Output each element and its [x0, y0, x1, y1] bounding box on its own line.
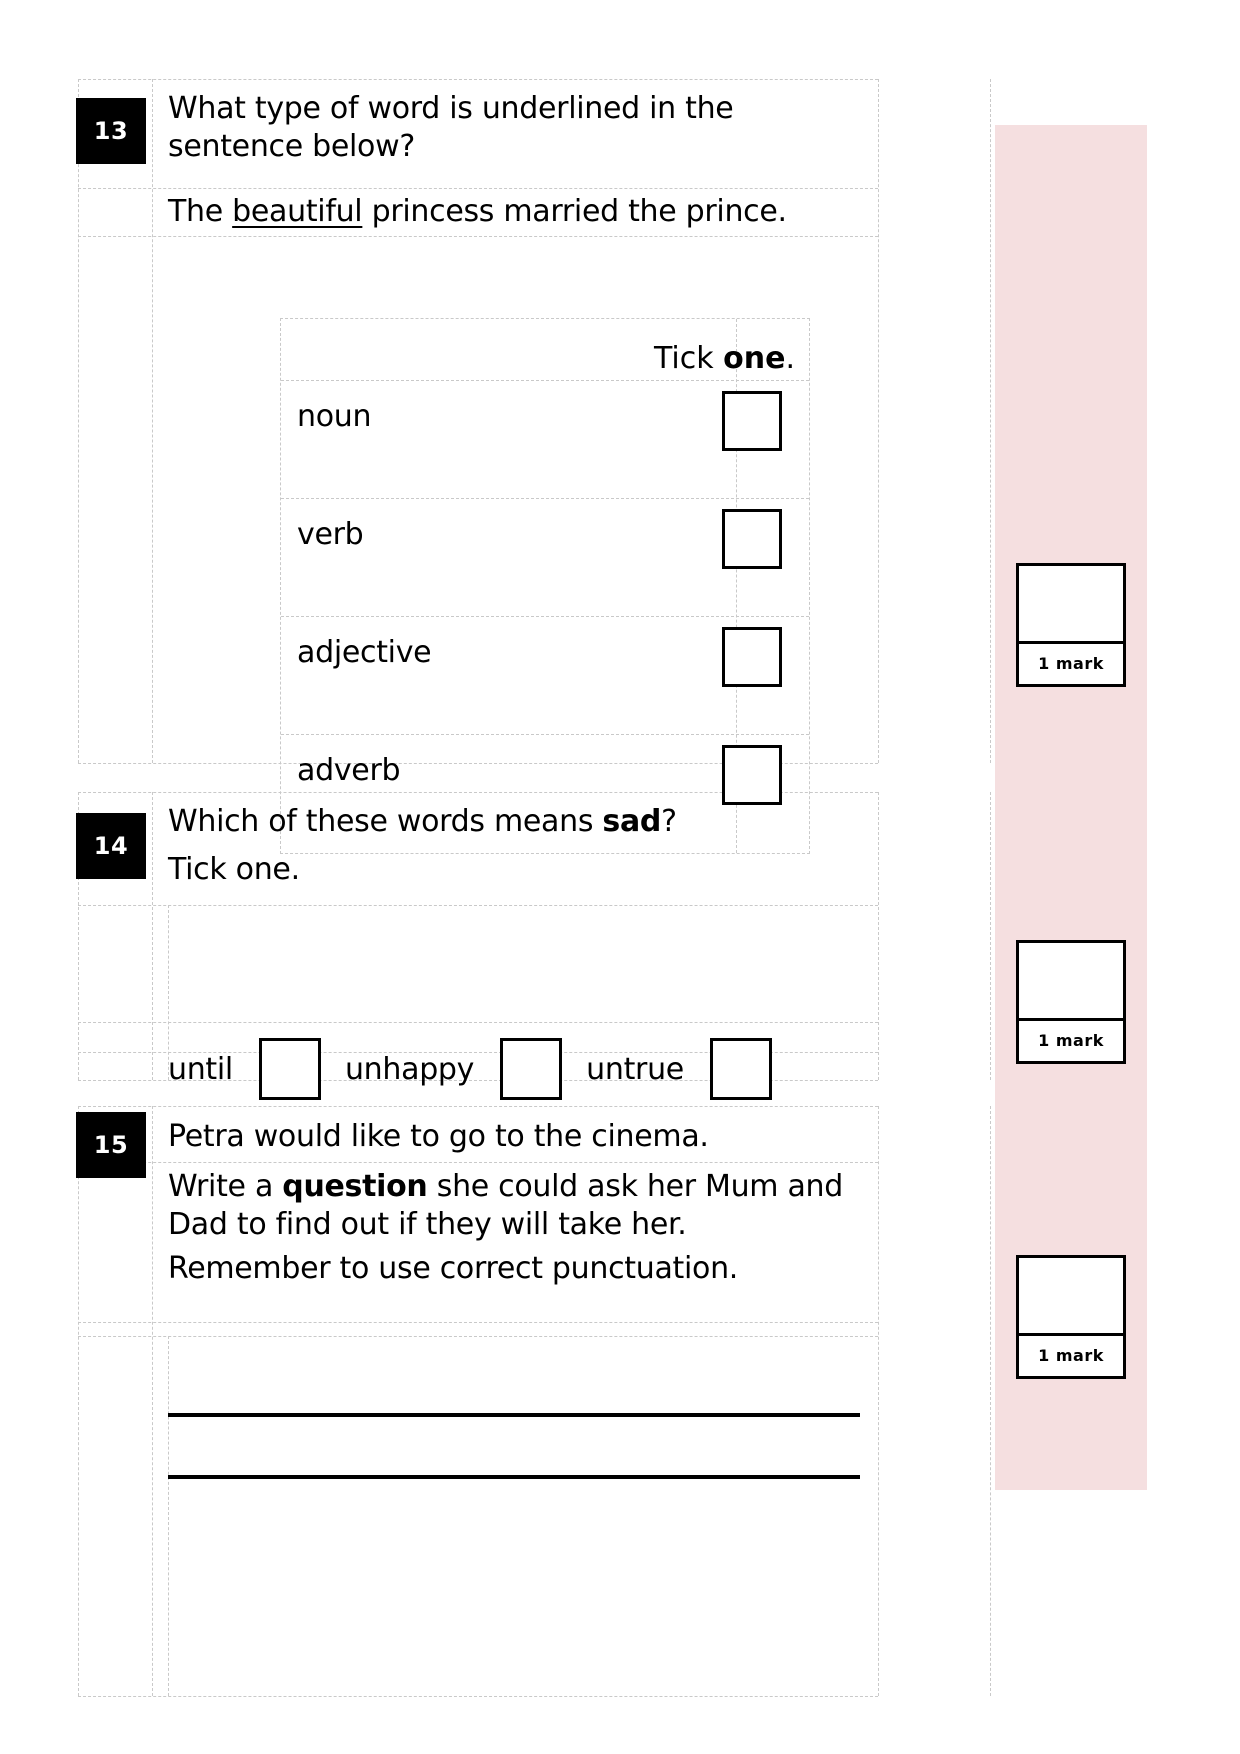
question-15-line-1: Petra would like to go to the cinema.: [168, 1119, 709, 1154]
tick-box-untrue[interactable]: [709, 1038, 772, 1100]
grid-line: [78, 1696, 878, 1697]
inline-option-label-untrue: untrue: [586, 1051, 684, 1087]
sentence-prefix: The: [168, 194, 233, 229]
mark-box-13: 1 mark: [1016, 563, 1126, 687]
tick-box-verb[interactable]: [722, 509, 782, 569]
grid-line: [152, 792, 153, 1080]
option-label-verb: verb: [297, 517, 364, 552]
option-label-adverb: adverb: [297, 753, 401, 788]
mark-label-14: 1 mark: [1038, 1031, 1104, 1050]
grid-line: [152, 1106, 153, 1696]
grid-line: [78, 188, 878, 189]
mark-label-15: 1 mark: [1038, 1346, 1104, 1365]
grid-line: [878, 79, 879, 763]
question-15-line-3: Remember to use correct punctuation.: [168, 1251, 739, 1286]
tick-box-adjective[interactable]: [722, 627, 782, 687]
inline-option-unhappy: unhappy: [344, 1038, 563, 1100]
question-number-14: 14: [76, 813, 146, 879]
option-label-adjective: adjective: [297, 635, 432, 670]
inline-option-label-until: until: [168, 1051, 233, 1087]
question-14-prompt: Which of these words means sad?: [168, 803, 868, 841]
tick-box-until[interactable]: [258, 1038, 321, 1100]
grid-line: [152, 79, 153, 763]
options-table-header: Tick one.: [281, 319, 809, 381]
question-13-prompt-text: What type of word is underlined in the s…: [168, 91, 734, 165]
mark-entry-area-15[interactable]: [1019, 1258, 1123, 1336]
question-number-13: 13: [76, 98, 146, 164]
worksheet-page: 13 What type of word is underlined in th…: [0, 0, 1240, 1754]
grid-line: [78, 1336, 878, 1337]
grid-line: [990, 792, 991, 1080]
sentence-suffix: princess married the prince.: [362, 194, 787, 229]
question-number-15: 15: [76, 1112, 146, 1178]
answer-line-1[interactable]: [168, 1413, 860, 1417]
mark-entry-area-14[interactable]: [1019, 943, 1123, 1021]
question-14-prompt-bold: sad: [602, 804, 662, 839]
question-14-instruction: Tick one.: [168, 852, 300, 887]
grid-line: [990, 79, 991, 763]
grid-line: [878, 792, 879, 1080]
question-15-line-2-prefix: Write a: [168, 1169, 283, 1204]
grid-line: [78, 79, 79, 763]
grid-line: [78, 1322, 878, 1323]
grid-line: [168, 1336, 169, 1696]
grid-line: [990, 1106, 991, 1696]
inline-option-until: until: [168, 1038, 321, 1100]
grid-line: [878, 1106, 879, 1696]
answer-line-2[interactable]: [168, 1475, 860, 1479]
mark-label-13: 1 mark: [1038, 654, 1104, 673]
grid-line: [78, 1162, 878, 1163]
question-14-prompt-prefix: Which of these words means: [168, 804, 603, 839]
tick-one-suffix: .: [785, 341, 795, 376]
option-row-adjective: adjective: [281, 617, 809, 735]
question-15-line-2-bold: question: [282, 1169, 428, 1204]
question-15-line-2: Write a question she could ask her Mum a…: [168, 1168, 868, 1245]
mark-box-15: 1 mark: [1016, 1255, 1126, 1379]
grid-line: [78, 236, 878, 237]
tick-one-prefix: Tick: [653, 341, 724, 376]
inline-option-untrue: untrue: [586, 1038, 772, 1100]
grid-line: [78, 1106, 79, 1696]
inline-option-label-unhappy: unhappy: [344, 1051, 475, 1087]
tick-box-unhappy[interactable]: [500, 1038, 563, 1100]
grid-line: [78, 79, 878, 80]
question-14-prompt-suffix: ?: [661, 804, 677, 839]
tick-box-adverb[interactable]: [722, 745, 782, 805]
question-14-options: until unhappy untrue: [168, 1022, 878, 1116]
option-row-verb: verb: [281, 499, 809, 617]
tick-one-instruction: Tick one.: [654, 341, 795, 376]
tick-one-bold: one: [723, 341, 786, 376]
grid-line: [78, 905, 878, 906]
question-13-prompt: What type of word is underlined in the s…: [168, 90, 868, 167]
sentence-underlined-word: beautiful: [232, 194, 363, 229]
mark-entry-area-13[interactable]: [1019, 566, 1123, 644]
question-13-options-table: Tick one. noun verb adjective adverb: [280, 318, 810, 854]
question-13-sentence: The beautiful princess married the princ…: [168, 193, 868, 231]
option-label-noun: noun: [297, 399, 372, 434]
mark-box-14: 1 mark: [1016, 940, 1126, 1064]
option-row-noun: noun: [281, 381, 809, 499]
tick-box-noun[interactable]: [722, 391, 782, 451]
